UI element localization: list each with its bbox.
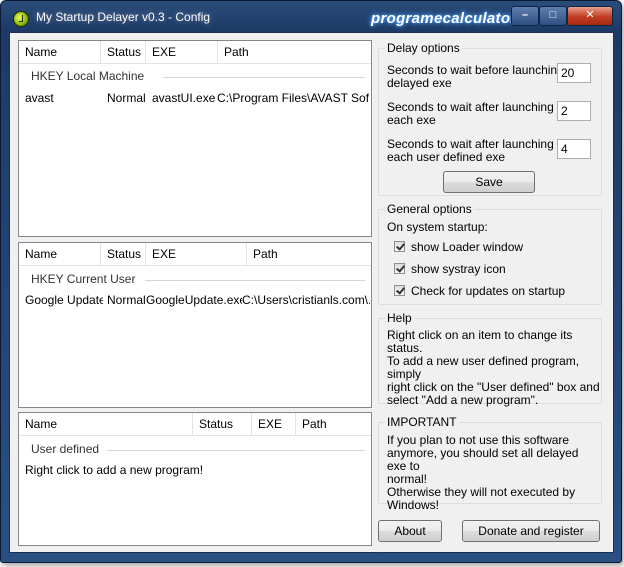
title-bar[interactable]: My Startup Delayer v0.3 - Config program…: [1, 1, 621, 33]
app-window: My Startup Delayer v0.3 - Config program…: [0, 0, 622, 563]
show-systray-checkbox[interactable]: [394, 263, 405, 274]
help-group: Help Right click on an item to change it…: [378, 311, 602, 407]
column-status[interactable]: Status: [101, 41, 146, 63]
delay-before-label: Seconds to wait before launching delayed…: [387, 64, 564, 90]
delay-after-input[interactable]: 2: [557, 101, 591, 121]
user-defined-list[interactable]: Name Status EXE Path User defined Right …: [18, 412, 372, 546]
delay-user-defined-input[interactable]: 4: [557, 139, 591, 159]
label-line: each exe: [387, 113, 436, 127]
column-name[interactable]: Name: [19, 413, 193, 435]
column-path[interactable]: Path: [296, 413, 371, 435]
cell-path: C:\Program Files\AVAST Soft...: [217, 91, 369, 105]
list-header: Name Status EXE Path: [19, 243, 371, 266]
delay-user-defined-label: Seconds to wait after launching each use…: [387, 138, 554, 164]
about-button[interactable]: About: [378, 520, 442, 542]
cell-exe: avastUI.exe: [152, 91, 216, 105]
column-exe[interactable]: EXE: [146, 243, 247, 265]
help-text-2: To add a new user defined program, simpl…: [387, 355, 601, 407]
current-user-list[interactable]: Name Status EXE Path HKEY Current User G…: [18, 242, 372, 408]
group-header: User defined: [31, 442, 100, 456]
local-machine-list[interactable]: Name Status EXE Path HKEY Local Machine …: [18, 40, 372, 237]
group-header: HKEY Local Machine: [31, 69, 145, 83]
delay-options-title: Delay options: [385, 41, 462, 55]
column-status[interactable]: Status: [101, 243, 146, 265]
important-title: IMPORTANT: [385, 415, 459, 429]
important-line: anymore, you should set all delayed exe …: [387, 446, 579, 473]
donate-register-button[interactable]: Donate and register: [462, 520, 600, 542]
column-name[interactable]: Name: [19, 41, 101, 63]
list-header: Name Status EXE Path: [19, 413, 371, 436]
column-name[interactable]: Name: [19, 243, 101, 265]
cell-status: Normal: [107, 91, 146, 105]
important-line: Windows!: [387, 498, 440, 512]
help-line: To add a new user defined program, simpl…: [387, 354, 580, 381]
cell-exe: GoogleUpdate.exe: [146, 293, 242, 307]
cell-path: C:\Users\cristianls.com\...: [242, 293, 370, 307]
maximize-button[interactable]: □: [539, 6, 567, 26]
group-divider: [145, 280, 365, 281]
list-header: Name Status EXE Path: [19, 41, 371, 64]
cell-status: Normal: [107, 293, 146, 307]
show-loader-checkbox[interactable]: [394, 241, 405, 252]
label-line: each user defined exe: [387, 150, 506, 164]
close-button[interactable]: ✕: [567, 6, 613, 26]
startup-label: On system startup:: [387, 220, 488, 234]
window-title: My Startup Delayer v0.3 - Config: [36, 10, 211, 24]
label-line: delayed exe: [387, 76, 452, 90]
group-divider: [107, 450, 365, 451]
check-updates-label[interactable]: Check for updates on startup: [411, 284, 565, 298]
column-exe[interactable]: EXE: [252, 413, 296, 435]
delay-before-input[interactable]: 20: [557, 63, 591, 83]
show-systray-label[interactable]: show systray icon: [411, 262, 506, 276]
group-header: HKEY Current User: [31, 272, 136, 286]
minimize-button[interactable]: –: [511, 6, 539, 26]
column-status[interactable]: Status: [193, 413, 252, 435]
cell-name: avast: [25, 91, 54, 105]
save-button[interactable]: Save: [443, 171, 535, 193]
client-area: Name Status EXE Path HKEY Local Machine …: [9, 32, 614, 553]
important-text: If you plan to not use this software any…: [387, 434, 601, 512]
delay-after-label: Seconds to wait after launching each exe: [387, 101, 554, 127]
column-path[interactable]: Path: [247, 243, 371, 265]
app-icon[interactable]: [13, 11, 29, 27]
general-options-group: General options On system startup: show …: [378, 202, 602, 305]
important-group: IMPORTANT If you plan to not use this so…: [378, 415, 602, 512]
column-exe[interactable]: EXE: [146, 41, 218, 63]
help-title: Help: [385, 311, 414, 325]
add-program-hint: Right click to add a new program!: [25, 463, 204, 477]
check-updates-checkbox[interactable]: [394, 285, 405, 296]
column-path[interactable]: Path: [218, 41, 371, 63]
delay-options-group: Delay options Seconds to wait before lau…: [378, 41, 602, 196]
show-loader-label[interactable]: show Loader window: [411, 240, 523, 254]
help-line: select "Add a new program".: [387, 393, 539, 407]
general-options-title: General options: [385, 202, 474, 216]
cell-name: Google Update: [25, 293, 103, 307]
group-divider: [163, 77, 365, 78]
help-text-1: Right click on an item to change its sta…: [387, 328, 573, 355]
